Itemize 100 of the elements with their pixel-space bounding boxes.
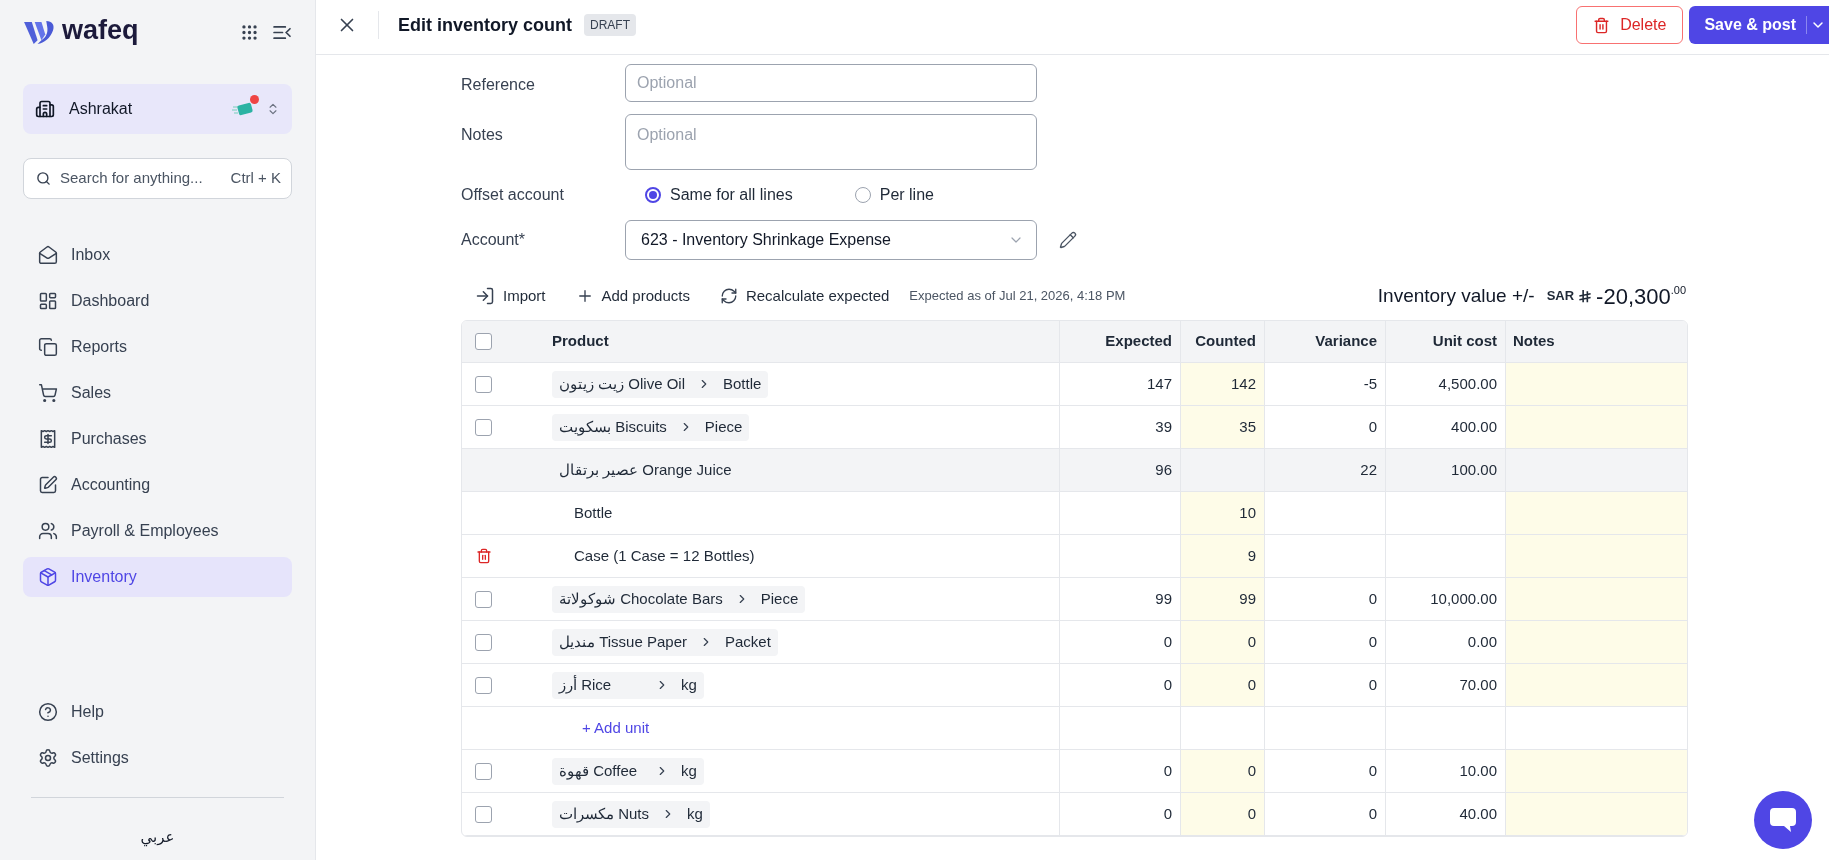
receipt-icon [38, 429, 58, 449]
currency-sign-icon [1578, 288, 1593, 304]
notes-field[interactable]: Optional [625, 114, 1037, 170]
column-header: Counted [1195, 331, 1256, 352]
counted-field[interactable]: 142 [1180, 363, 1264, 405]
column-header: Expected [1105, 331, 1172, 352]
unit-name: kg [687, 803, 703, 824]
company-name: Ashrakat [69, 99, 133, 119]
nav-item[interactable]: Purchases [23, 419, 292, 459]
product-name: عصير برتقال Orange Juice [559, 459, 732, 481]
nav-item[interactable]: Reports [23, 327, 292, 367]
product-name: مكسرات Nuts [559, 803, 649, 825]
variance-cell: 22 [1264, 449, 1385, 491]
product-name: منديل Tissue Paper [559, 631, 687, 652]
reference-field[interactable]: Optional [625, 64, 1037, 102]
product-name: شوكولاتة Chocolate Bars [559, 588, 723, 610]
nav-item[interactable]: Dashboard [23, 281, 292, 321]
nav-item[interactable]: Sales [23, 373, 292, 413]
product-name: قهوة Coffee [559, 760, 638, 782]
select-all-checkbox[interactable] [475, 333, 492, 350]
variance-cell: 0 [1264, 621, 1385, 663]
brand-name: wafeq [62, 16, 139, 47]
company-selector[interactable]: Ashrakat [23, 84, 292, 134]
trash-icon [1593, 16, 1611, 34]
row-checkbox[interactable] [475, 762, 492, 780]
row-checkbox[interactable] [475, 375, 492, 393]
field-label: Reference [461, 75, 536, 95]
delete-button[interactable]: Delete [1576, 6, 1684, 44]
counted-field[interactable]: 0 [1180, 750, 1264, 792]
nav-item[interactable]: Help [23, 692, 292, 732]
nav-item[interactable]: Inventory [23, 557, 292, 597]
row-checkbox[interactable] [475, 418, 492, 436]
grid-dots-icon[interactable] [240, 22, 259, 42]
shortcut-hint: Ctrl + K [230, 168, 281, 189]
envelope-icon [38, 245, 58, 265]
variance-cell: -5 [1264, 363, 1385, 405]
unit-name: Packet [725, 631, 771, 652]
expected-timestamp: Expected as of Jul 21, 2026, 4:18 PM [909, 287, 1126, 306]
variance-cell: 0 [1264, 664, 1385, 706]
menu-collapse-icon[interactable] [273, 24, 292, 40]
variance-cell: 0 [1264, 750, 1385, 792]
inventory-value-label: Inventory value +/- [1377, 283, 1535, 308]
radio-button[interactable] [645, 187, 661, 203]
search-icon [36, 171, 51, 186]
row-checkbox[interactable] [475, 590, 492, 608]
account-select[interactable]: 623 - Inventory Shrinkage Expense [625, 220, 1037, 260]
settings-icon [38, 748, 58, 768]
status-badge: DRAFT [584, 14, 636, 36]
nav-item[interactable]: Accounting [23, 465, 292, 505]
row-checkbox[interactable] [475, 633, 492, 651]
counted-field[interactable]: 0 [1180, 621, 1264, 663]
nav-item[interactable]: Settings [23, 738, 292, 778]
inventory-value-amount: -20,300$^{.00}$ [1596, 282, 1686, 311]
logo-icon [23, 18, 56, 46]
toolbar-button[interactable]: Recalculate expected [719, 284, 890, 308]
radio-label[interactable]: Same for all lines [670, 183, 793, 207]
variance-cell: 0 [1264, 793, 1385, 835]
unit-name: Bottle [574, 502, 613, 523]
toolbar-button[interactable]: Import [475, 284, 546, 308]
field-label: Offset account [461, 185, 565, 205]
search-bar[interactable]: Search for anything... Ctrl + K [23, 158, 292, 199]
chat-button[interactable] [1754, 791, 1812, 849]
counted-field[interactable]: 0 [1180, 664, 1264, 706]
language-link[interactable]: عربي [140, 825, 175, 849]
variance-cell: 0 [1264, 406, 1385, 448]
dashboard-icon [38, 291, 58, 311]
page-title: Edit inventory count [398, 13, 572, 37]
column-header: Notes [1513, 331, 1555, 352]
building-icon [35, 99, 55, 119]
counted-field[interactable]: 35 [1180, 406, 1264, 448]
nav-item[interactable]: Inbox [23, 235, 292, 275]
counted-field[interactable]: 10 [1180, 492, 1264, 534]
chat-bubble-icon [1769, 807, 1797, 833]
field-label: Account* [461, 230, 527, 250]
refresh-icon [719, 287, 738, 305]
box-icon [38, 567, 58, 587]
unit-name: Case (1 Case = 12 Bottles) [574, 545, 755, 566]
column-header: Variance [1315, 331, 1377, 352]
row-checkbox[interactable] [475, 676, 492, 694]
unit-name: kg [681, 760, 697, 781]
pencil-icon[interactable] [1059, 231, 1077, 249]
counted-field[interactable]: 9 [1180, 535, 1264, 577]
toolbar-button[interactable]: Add products [575, 284, 690, 308]
unit-name: Piece [760, 588, 799, 609]
search-field[interactable]: Search for anything... [60, 167, 231, 190]
radio-label[interactable]: Per line [879, 183, 934, 207]
product-name: بسكويت Biscuits [559, 416, 667, 438]
trash-icon[interactable] [476, 548, 492, 564]
unit-cost-cell: 100.00 [1385, 449, 1505, 491]
cart-icon [38, 383, 58, 403]
product-name: زيت زيتون Olive Oil [559, 373, 685, 395]
counted-field[interactable]: 0 [1180, 793, 1264, 835]
enter-arrow-icon [475, 286, 495, 306]
expected-cell: 96 [1059, 449, 1180, 491]
counted-field[interactable]: 99 [1180, 578, 1264, 620]
column-header: Unit cost [1432, 331, 1497, 352]
people-icon [38, 521, 58, 541]
add-unit-link[interactable]: + Add unit [582, 716, 650, 740]
row-checkbox[interactable] [475, 805, 492, 823]
nav-item[interactable]: Payroll & Employees [23, 511, 292, 551]
